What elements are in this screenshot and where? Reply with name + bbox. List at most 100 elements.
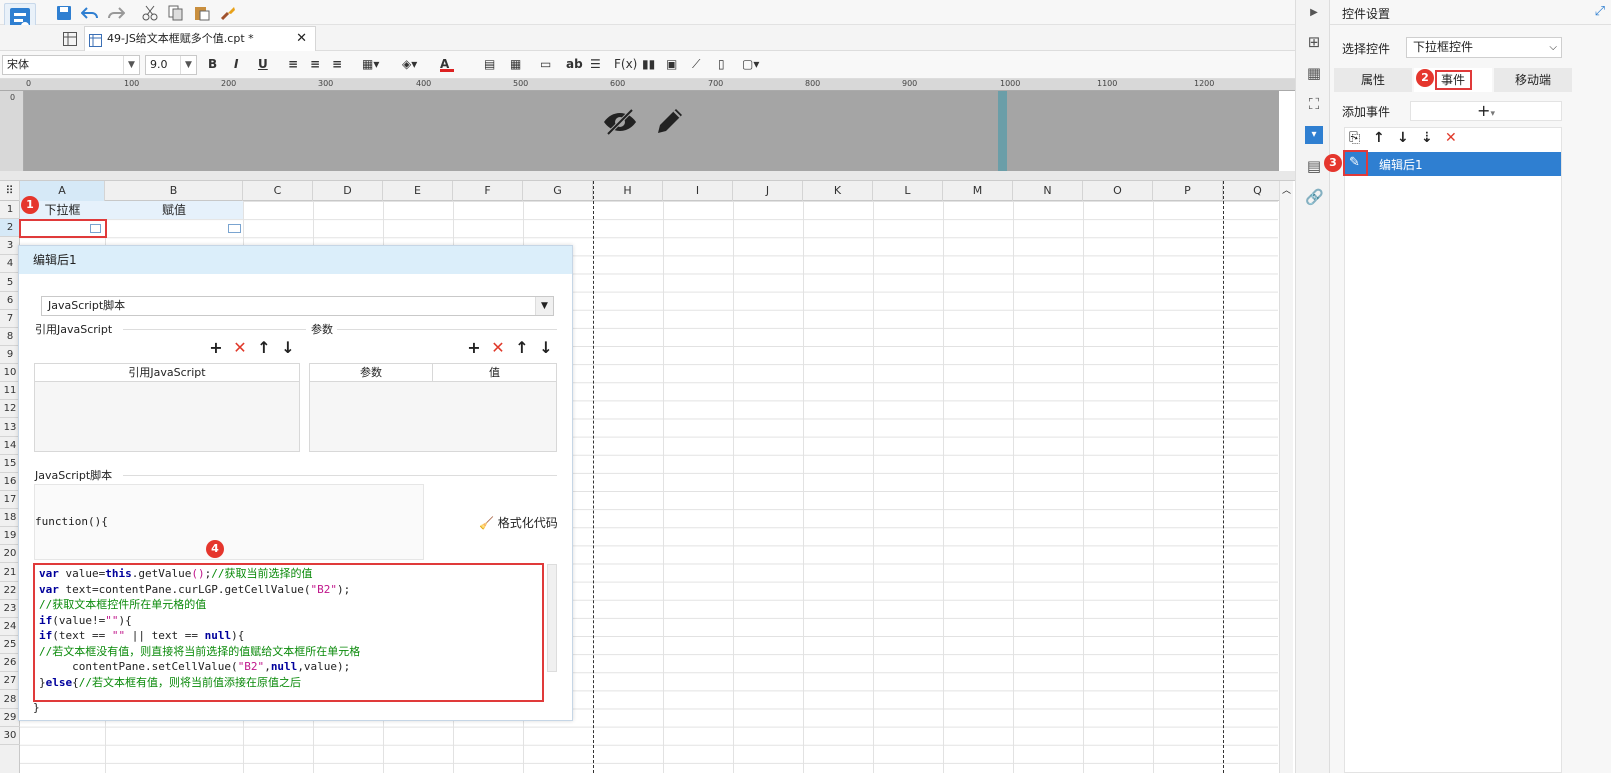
column-header[interactable]: O [1083, 181, 1153, 201]
tab-mobile[interactable]: 移动端 [1494, 68, 1572, 92]
row-header[interactable]: 29 [0, 709, 20, 727]
undo-icon[interactable] [80, 3, 100, 23]
merge-cells-icon[interactable]: ▤ [484, 57, 495, 71]
row-header[interactable]: 7 [0, 310, 20, 328]
select-all-corner[interactable]: ⠿ [0, 181, 20, 201]
row-header[interactable]: 9 [0, 346, 20, 365]
data-set-icon[interactable]: ▦ [1305, 64, 1323, 82]
format-code-button[interactable]: 🧹 格式化代码 [479, 514, 558, 531]
row-header[interactable]: 13 [0, 419, 20, 437]
underline-icon[interactable]: U [258, 57, 268, 71]
cell-attr-icon[interactable]: ⛶ [1305, 95, 1323, 113]
redo-icon[interactable] [106, 3, 126, 23]
splitter[interactable] [0, 171, 1330, 181]
add-event-button[interactable]: +▾ [1410, 101, 1562, 121]
row-header[interactable]: 20 [0, 545, 20, 564]
row-header[interactable]: 25 [0, 636, 20, 655]
widget-select[interactable]: 下拉框控件 ⌵ [1406, 37, 1562, 58]
row-header[interactable]: 21 [0, 564, 20, 582]
hyperlink-icon[interactable]: 🔗 [1305, 188, 1324, 206]
bold-icon[interactable]: B [208, 57, 217, 71]
row-header[interactable]: 24 [0, 618, 20, 636]
column-header[interactable]: C [243, 181, 313, 201]
row-header[interactable]: 5 [0, 274, 20, 292]
row-header[interactable]: 10 [0, 364, 20, 383]
page-header-area[interactable] [24, 91, 1279, 171]
template-icon[interactable]: ⊞ [1305, 33, 1323, 51]
align-right-icon[interactable]: ≡ [332, 57, 342, 71]
sub-report-icon[interactable]: ▯ [718, 57, 725, 71]
column-header[interactable]: F [453, 181, 523, 201]
sort-icon[interactable]: ⇣ [1421, 130, 1433, 146]
move-up-icon[interactable]: ↑ [1373, 130, 1385, 146]
scroll-up-icon[interactable]: ︿ [1282, 183, 1291, 196]
move-down-param-icon[interactable]: ↓ [537, 338, 555, 357]
row-header[interactable]: 26 [0, 654, 20, 673]
italic-icon[interactable]: I [234, 57, 238, 71]
column-header[interactable]: L [873, 181, 943, 201]
param-table[interactable]: 参数 值 [309, 363, 557, 452]
font-size-select[interactable]: 9.0 ▼ [145, 55, 197, 75]
edit-pencil-icon[interactable] [654, 105, 686, 140]
row-header[interactable]: 2 [0, 219, 20, 238]
align-left-icon[interactable]: ≡ [288, 57, 298, 71]
ref-js-table[interactable]: 引用JavaScript [34, 363, 300, 452]
column-header[interactable]: B [105, 181, 243, 201]
expand-icon[interactable]: ⤢ [1595, 4, 1605, 19]
row-header[interactable]: 12 [0, 400, 20, 419]
row-header[interactable]: 28 [0, 691, 20, 709]
font-name-select[interactable]: 宋体 ▼ [2, 55, 140, 75]
row-header[interactable]: 30 [0, 727, 20, 745]
row-header[interactable]: 8 [0, 328, 20, 346]
align-center-icon[interactable]: ≡ [310, 57, 320, 71]
copy-icon[interactable] [166, 3, 186, 23]
copy-event-icon[interactable]: ⎘ [1349, 130, 1360, 146]
column-header[interactable]: K [803, 181, 873, 201]
paste-icon[interactable] [192, 3, 212, 23]
border-icon[interactable]: ▦▾ [362, 57, 379, 71]
column-header[interactable]: M [943, 181, 1013, 201]
condition-icon[interactable]: ▤ [1305, 157, 1323, 175]
row-header[interactable]: 22 [0, 582, 20, 600]
chart-icon[interactable]: ▮▮ [642, 57, 655, 71]
widget-icon[interactable]: ▭ [540, 57, 551, 71]
text-icon[interactable]: ab [566, 57, 583, 71]
row-header[interactable]: 14 [0, 437, 20, 455]
column-header[interactable]: P [1153, 181, 1223, 201]
tab-attributes[interactable]: 属性 [1334, 68, 1412, 92]
event-item[interactable]: ✎ 编辑后1 [1345, 152, 1561, 176]
document-tab[interactable]: 49-JS给文本框赋多个值.cpt * ✕ [84, 26, 316, 51]
format-painter-icon[interactable] [218, 3, 238, 23]
row-header[interactable]: 27 [0, 672, 20, 691]
row-header[interactable]: 6 [0, 292, 20, 310]
save-icon[interactable] [54, 3, 74, 23]
add-ref-icon[interactable]: + [207, 338, 225, 357]
add-param-icon[interactable]: + [465, 338, 483, 357]
code-scrollbar[interactable] [547, 564, 557, 672]
paragraph-icon[interactable]: ☰ [590, 57, 601, 71]
row-header[interactable]: 16 [0, 473, 20, 491]
row-header[interactable]: 15 [0, 455, 20, 473]
widget-settings-icon[interactable]: ▾ [1305, 126, 1323, 144]
font-color-icon[interactable]: A [440, 57, 454, 72]
delete-param-icon[interactable]: ✕ [489, 338, 507, 357]
image-icon[interactable]: ▣ [666, 57, 677, 71]
vertical-scrollbar[interactable]: ︿ [1279, 181, 1293, 773]
move-down-ref-icon[interactable]: ↓ [279, 338, 297, 357]
column-header[interactable]: G [523, 181, 593, 201]
column-header[interactable]: H [593, 181, 663, 201]
cut-icon[interactable] [140, 3, 160, 23]
row-header[interactable]: 11 [0, 382, 20, 401]
close-tab-icon[interactable]: ✕ [296, 27, 307, 51]
delete-event-icon[interactable]: ✕ [1445, 130, 1457, 146]
cell-b1[interactable]: 赋值 [105, 201, 243, 219]
row-header[interactable]: 17 [0, 491, 20, 510]
move-up-ref-icon[interactable]: ↑ [255, 338, 273, 357]
column-header[interactable]: D [313, 181, 383, 201]
slash-icon[interactable]: ⟋ [692, 57, 700, 72]
collapse-arrow-icon[interactable]: ▶ [1305, 4, 1323, 22]
row-header[interactable]: 4 [0, 255, 20, 274]
eye-hidden-icon[interactable] [602, 107, 638, 140]
script-code-editor[interactable]: var value=this.getValue();//获取当前选择的值 var … [33, 563, 544, 702]
split-cells-icon[interactable]: ▦ [510, 57, 521, 71]
